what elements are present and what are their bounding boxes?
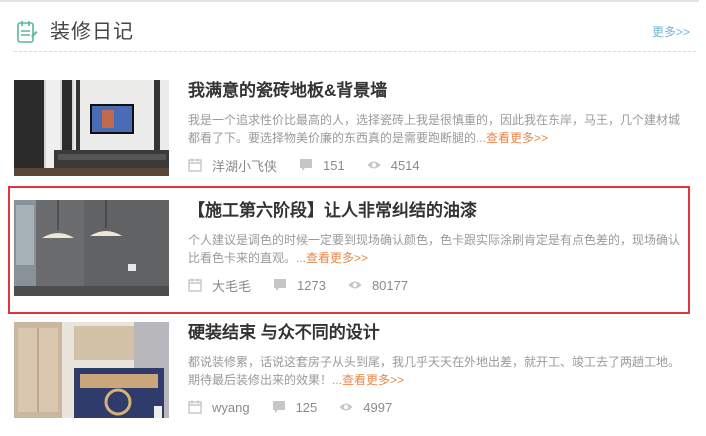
diary-meta: 洋湖小飞侠 151 4514 xyxy=(188,156,684,174)
diary-thumbnail[interactable] xyxy=(14,200,169,296)
view-count: 4514 xyxy=(390,157,420,173)
section-title: 装修日记 xyxy=(50,21,134,43)
read-more-link[interactable]: ...查看更多>> xyxy=(476,131,548,145)
comment-count: 125 xyxy=(295,399,318,415)
diary-meta: wyang 125 4997 xyxy=(188,398,684,416)
diary-title[interactable]: 我满意的瓷砖地板&背景墙 xyxy=(188,80,684,102)
diary-meta: 大毛毛 1273 80177 xyxy=(188,276,684,294)
diary-summary: 个人建议是调色的时候一定要到现场确认颜色，色卡跟实际涂刷肯定是有点色差的，现场确… xyxy=(188,231,684,267)
author-name[interactable]: 大毛毛 xyxy=(212,276,251,295)
section-header: 装修日记 更多>> xyxy=(16,18,690,52)
diary-icon xyxy=(17,21,38,43)
eye-icon xyxy=(367,161,381,169)
diary-title[interactable]: 【施工第六阶段】让人非常纠结的油漆 xyxy=(188,200,684,222)
summary-text: 我是一个追求性价比最高的人，选择瓷砖上我是很慎重的，因此我在东岸，马王，几个建材… xyxy=(188,113,681,145)
eye-icon xyxy=(348,281,362,289)
top-rule xyxy=(0,0,699,2)
view-count: 80177 xyxy=(371,277,409,293)
read-more-link[interactable]: ...查看更多>> xyxy=(296,251,368,265)
header-divider xyxy=(14,51,696,52)
eye-icon xyxy=(339,403,353,411)
calendar-icon xyxy=(188,278,202,292)
comment-icon xyxy=(300,159,313,171)
more-link[interactable]: 更多>> xyxy=(652,24,690,40)
calendar-icon xyxy=(188,158,202,172)
diary-item[interactable]: 【施工第六阶段】让人非常纠结的油漆 个人建议是调色的时候一定要到现场确认颜色，色… xyxy=(8,186,690,314)
read-more-link[interactable]: ...查看更多>> xyxy=(332,373,404,387)
diary-summary: 都说装修累，话说这套房子从头到尾，我几乎天天在外地出差，就开工、竣工去了两趟工地… xyxy=(188,353,684,389)
summary-text: 个人建议是调色的时候一定要到现场确认颜色，色卡跟实际涂刷肯定是有点色差的，现场确… xyxy=(188,233,681,265)
author-name[interactable]: 洋湖小飞侠 xyxy=(212,156,277,175)
comment-count: 151 xyxy=(323,157,345,173)
diary-summary: 我是一个追求性价比最高的人，选择瓷砖上我是很慎重的，因此我在东岸，马王，几个建材… xyxy=(188,111,684,147)
summary-text: 都说装修累，话说这套房子从头到尾，我几乎天天在外地出差，就开工、竣工去了两趟工地… xyxy=(188,355,681,387)
view-count: 4997 xyxy=(363,399,393,415)
diary-title[interactable]: 硬装结束 与众不同的设计 xyxy=(188,322,684,344)
diary-item[interactable]: 硬装结束 与众不同的设计 都说装修累，话说这套房子从头到尾，我几乎天天在外地出差… xyxy=(14,322,684,422)
diary-thumbnail[interactable] xyxy=(14,322,169,418)
comment-icon xyxy=(274,279,287,291)
comment-icon xyxy=(272,401,285,413)
comment-count: 1273 xyxy=(297,277,326,293)
diary-thumbnail[interactable] xyxy=(14,80,169,176)
diary-item[interactable]: 我满意的瓷砖地板&背景墙 我是一个追求性价比最高的人，选择瓷砖上我是很慎重的，因… xyxy=(14,80,684,180)
calendar-icon xyxy=(188,400,202,414)
author-name[interactable]: wyang xyxy=(212,400,250,415)
